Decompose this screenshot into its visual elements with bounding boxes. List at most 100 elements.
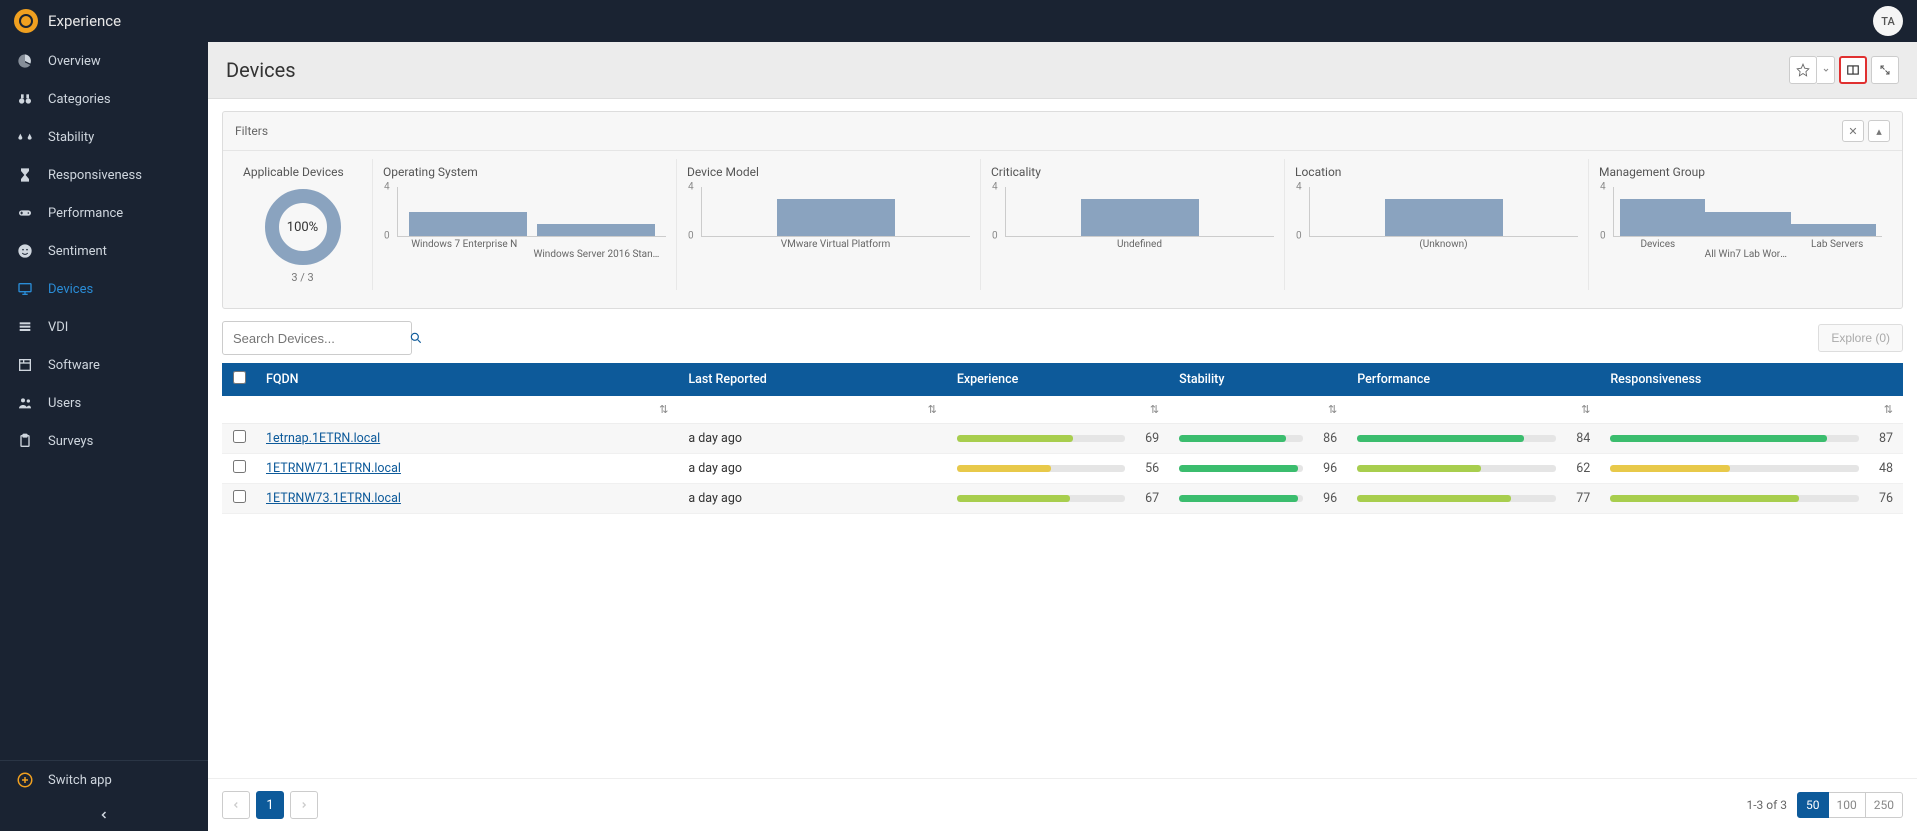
pager-page-1[interactable]: 1	[256, 791, 284, 819]
sidebar-item-performance[interactable]: Performance	[0, 194, 208, 232]
fqdn-link[interactable]: 1ETRNW71.1ETRN.local	[266, 461, 401, 476]
sidebar-item-label: Surveys	[48, 434, 93, 449]
page-size-250[interactable]: 250	[1866, 792, 1903, 818]
monitor-icon	[16, 280, 34, 298]
filter-card-title: Device Model	[687, 165, 970, 179]
bar-label: Devices	[1613, 239, 1703, 263]
bar[interactable]	[1620, 199, 1705, 236]
filter-applicable-devices[interactable]: Applicable Devices 100% 3 / 3	[233, 159, 373, 290]
sidebar-item-stability[interactable]: Stability	[0, 118, 208, 156]
column-header[interactable]: Experience	[947, 363, 1169, 396]
sidebar-item-label: Sentiment	[48, 244, 107, 259]
fqdn-link[interactable]: 1ETRNW73.1ETRN.local	[266, 491, 401, 506]
column-header[interactable]: Stability	[1169, 363, 1347, 396]
bar[interactable]	[777, 199, 895, 236]
column-header[interactable]: Last Reported	[678, 363, 946, 396]
columns-button[interactable]	[1839, 56, 1867, 84]
bar[interactable]	[1385, 199, 1503, 236]
bar-label: (Unknown)	[1309, 239, 1578, 263]
sort-icon[interactable]: ⇅	[1150, 403, 1159, 416]
pager-prev[interactable]	[222, 791, 250, 819]
sidebar-item-users[interactable]: Users	[0, 384, 208, 422]
sidebar-item-overview[interactable]: Overview	[0, 42, 208, 80]
select-all-header[interactable]	[222, 363, 256, 396]
bar[interactable]	[1081, 199, 1199, 236]
search-box[interactable]	[222, 321, 412, 355]
favorite-dropdown[interactable]	[1817, 56, 1835, 84]
sort-cell[interactable]: ⇅	[1600, 396, 1903, 424]
sidebar-item-categories[interactable]: Categories	[0, 80, 208, 118]
bar[interactable]	[1791, 224, 1876, 236]
sidebar-item-software[interactable]: Software	[0, 346, 208, 384]
filters-title: Filters	[235, 124, 268, 138]
last-reported: a day ago	[678, 484, 946, 514]
package-icon	[16, 356, 34, 374]
sidebar-item-sentiment[interactable]: Sentiment	[0, 232, 208, 270]
switch-app-label: Switch app	[48, 773, 112, 788]
filter-card[interactable]: Device Model 4 0 VMware Virtual Platform	[677, 159, 981, 290]
filter-card[interactable]: Operating System 4 0 Windows 7 Enterpris…	[373, 159, 677, 290]
sort-cell[interactable]: ⇅	[678, 396, 946, 424]
sort-cell[interactable]: ⇅	[1347, 396, 1600, 424]
sidebar-collapse[interactable]	[0, 799, 208, 831]
page-size-100[interactable]: 100	[1829, 792, 1866, 818]
fqdn-link[interactable]: 1etrnap.1ETRN.local	[266, 431, 380, 446]
binoculars-icon	[16, 90, 34, 108]
filters-collapse[interactable]: ▴	[1868, 120, 1890, 142]
switch-app[interactable]: Switch app	[0, 761, 208, 799]
devices-table: FQDNLast ReportedExperienceStabilityPerf…	[222, 363, 1903, 514]
sidebar-item-label: VDI	[48, 320, 68, 335]
sidebar-item-devices[interactable]: Devices	[0, 270, 208, 308]
explore-button[interactable]: Explore (0)	[1818, 324, 1903, 352]
pager-next[interactable]	[290, 791, 318, 819]
filter-card[interactable]: Location 4 0 (Unknown)	[1285, 159, 1589, 290]
table-row: 1ETRNW71.1ETRN.local a day ago 56 96 62 …	[222, 454, 1903, 484]
sort-cell[interactable]: ⇅	[947, 396, 1169, 424]
filter-card-title: Criticality	[991, 165, 1274, 179]
sort-icon[interactable]: ⇅	[659, 403, 668, 416]
sidebar-item-label: Devices	[48, 282, 93, 297]
column-header[interactable]: Performance	[1347, 363, 1600, 396]
gamepad-icon	[16, 204, 34, 222]
sort-cell[interactable]: ⇅	[1169, 396, 1347, 424]
table-row: 1etrnap.1ETRN.local a day ago 69 86 84 8…	[222, 424, 1903, 454]
sidebar-item-label: Categories	[48, 92, 111, 107]
filter-card[interactable]: Criticality 4 0 Undefined	[981, 159, 1285, 290]
row-checkbox[interactable]	[233, 460, 246, 473]
filter-card[interactable]: Management Group 4 0 DevicesAll Win7 Lab…	[1589, 159, 1892, 290]
bar-label: Lab Servers	[1792, 239, 1882, 263]
donut-sub: 3 / 3	[291, 271, 313, 284]
search-input[interactable]	[233, 331, 409, 346]
row-checkbox[interactable]	[233, 430, 246, 443]
donut-chart: 100%	[265, 189, 341, 265]
row-checkbox[interactable]	[233, 490, 246, 503]
pager-range: 1-3 of 3	[1747, 798, 1788, 812]
column-header[interactable]: FQDN	[256, 363, 678, 396]
filters-close[interactable]: ✕	[1842, 120, 1864, 142]
last-reported: a day ago	[678, 424, 946, 454]
sidebar-item-surveys[interactable]: Surveys	[0, 422, 208, 460]
sort-icon[interactable]: ⇅	[1328, 403, 1337, 416]
bar-label: VMware Virtual Platform	[701, 239, 970, 263]
bar[interactable]	[1705, 212, 1790, 237]
column-header[interactable]: Responsiveness	[1600, 363, 1903, 396]
select-all-checkbox[interactable]	[233, 371, 246, 384]
main: Devices	[208, 42, 1917, 831]
bar[interactable]	[537, 224, 655, 236]
sort-icon[interactable]: ⇅	[928, 403, 937, 416]
last-reported: a day ago	[678, 454, 946, 484]
sidebar-item-responsiveness[interactable]: Responsiveness	[0, 156, 208, 194]
metric-value: 87	[1869, 431, 1893, 446]
app-title: Experience	[48, 12, 121, 30]
sort-icon[interactable]: ⇅	[1581, 403, 1590, 416]
bar[interactable]	[409, 212, 527, 237]
search-icon[interactable]	[409, 331, 423, 345]
favorite-button[interactable]	[1789, 56, 1817, 84]
sidebar-item-vdi[interactable]: VDI	[0, 308, 208, 346]
switch-icon	[16, 771, 34, 789]
sort-icon[interactable]: ⇅	[1884, 403, 1893, 416]
fullscreen-button[interactable]	[1871, 56, 1899, 84]
sort-cell[interactable]: ⇅	[256, 396, 678, 424]
user-avatar[interactable]: TA	[1873, 6, 1903, 36]
page-size-50[interactable]: 50	[1797, 792, 1829, 818]
